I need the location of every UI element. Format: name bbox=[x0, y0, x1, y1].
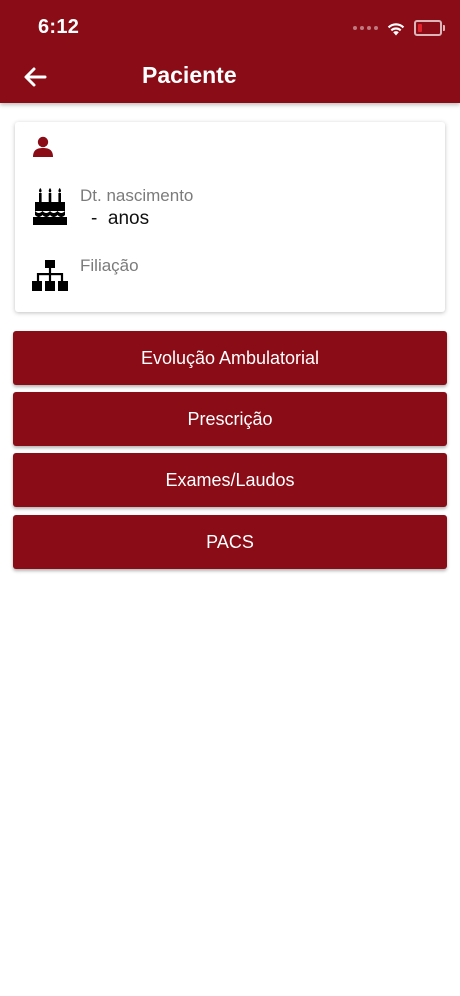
evolucao-ambulatorial-button[interactable]: Evolução Ambulatorial bbox=[13, 331, 447, 385]
filiation-label: Filiação bbox=[80, 256, 139, 275]
battery-level-fill bbox=[418, 24, 422, 32]
app-header: 6:12 Paciente bbox=[0, 0, 460, 103]
signal-dots-icon bbox=[353, 26, 378, 30]
person-icon bbox=[33, 136, 53, 157]
pacs-button[interactable]: PACS bbox=[13, 515, 447, 569]
birth-date-label: Dt. nascimento bbox=[80, 186, 194, 205]
back-button[interactable] bbox=[18, 60, 52, 94]
page-title: Paciente bbox=[142, 62, 237, 88]
battery-icon bbox=[414, 20, 445, 36]
birthday-cake-icon bbox=[33, 188, 67, 225]
exames-laudos-button[interactable]: Exames/Laudos bbox=[13, 453, 447, 507]
wifi-icon bbox=[387, 22, 405, 35]
status-icons bbox=[353, 18, 445, 38]
arrow-left-icon bbox=[24, 67, 47, 87]
status-time: 6:12 bbox=[38, 16, 80, 38]
patient-info-card: Dt. nascimento - anos Filiação bbox=[15, 122, 445, 312]
prescricao-button[interactable]: Prescrição bbox=[13, 392, 447, 446]
sitemap-icon bbox=[32, 260, 68, 291]
birth-date-value: - anos bbox=[91, 208, 150, 229]
